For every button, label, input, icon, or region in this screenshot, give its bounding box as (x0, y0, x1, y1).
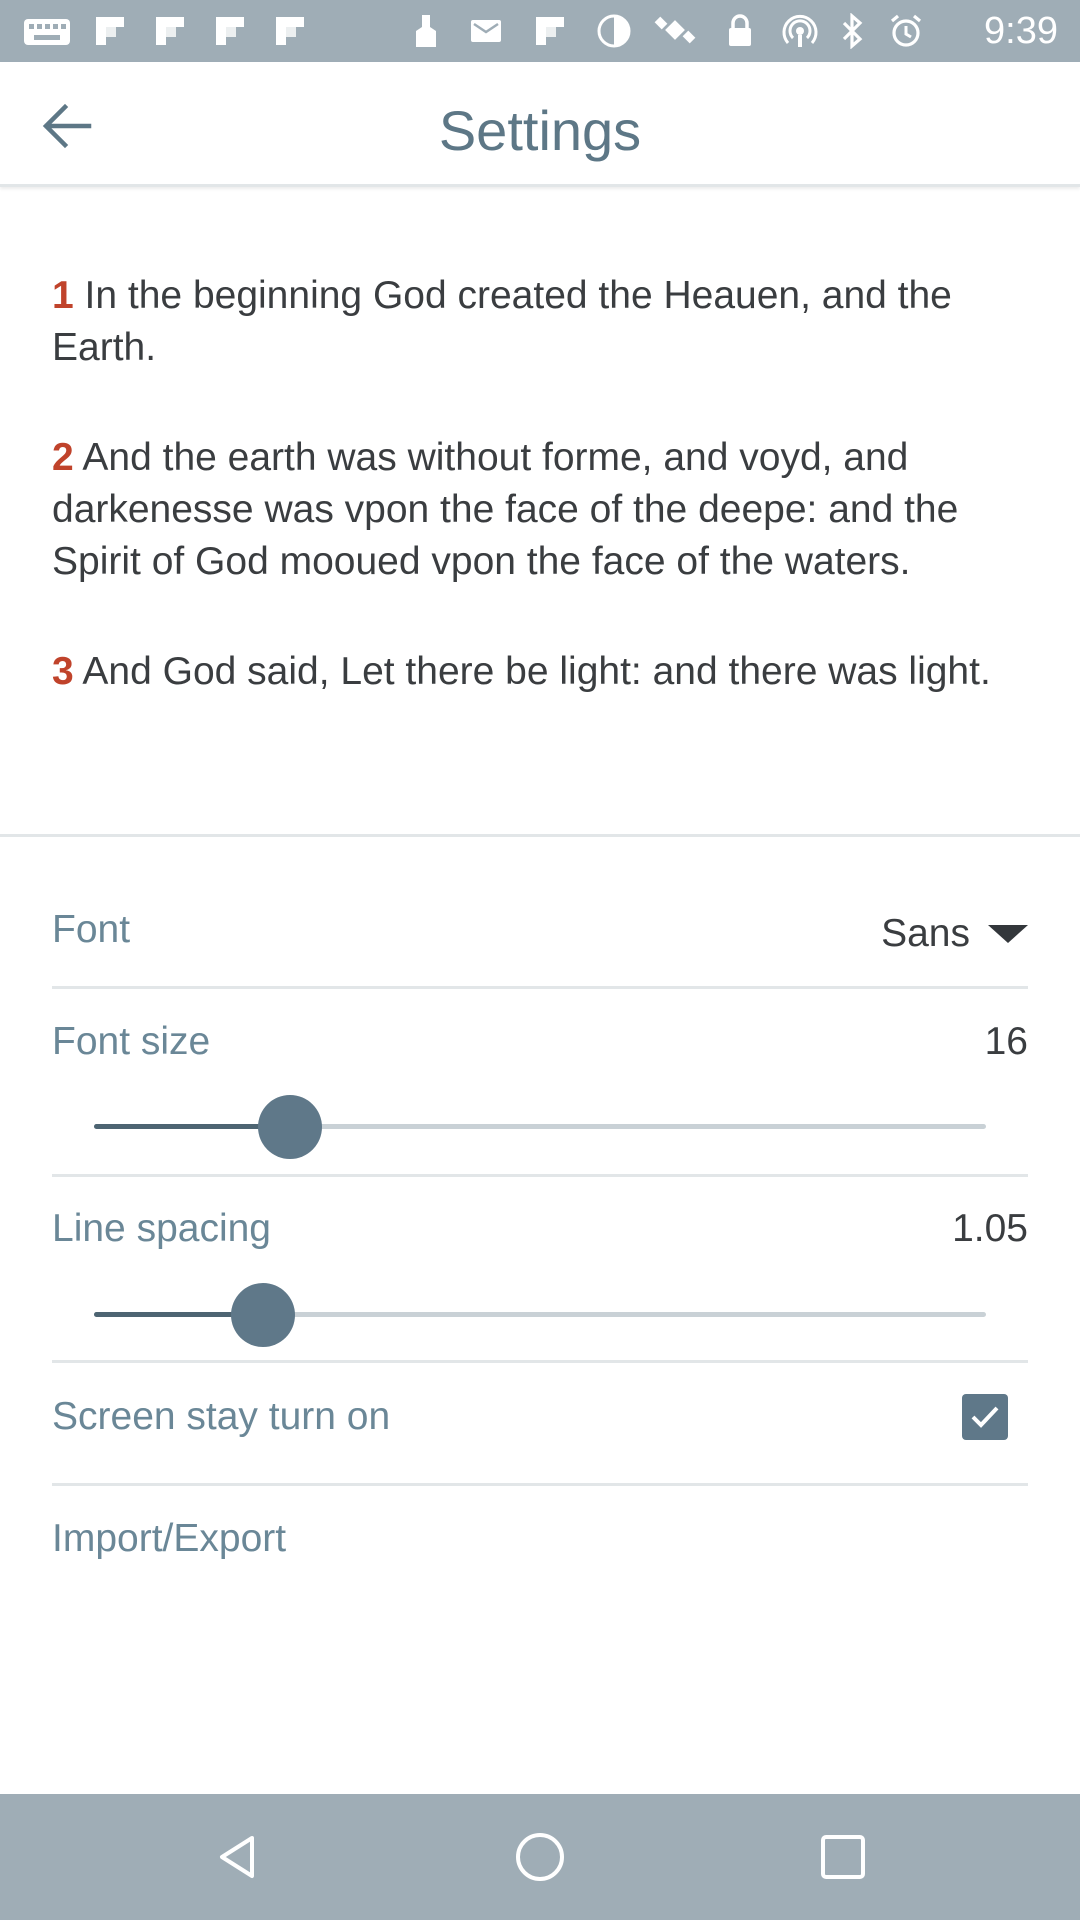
satellite-icon (654, 16, 696, 44)
mail-icon (471, 20, 501, 42)
nav-recents-button[interactable] (808, 1822, 878, 1892)
slider-thumb[interactable] (231, 1283, 296, 1347)
flipboard-icon (156, 17, 184, 45)
preview-divider (0, 834, 1080, 837)
divider (52, 1360, 1028, 1363)
nav-home-button[interactable] (505, 1822, 575, 1892)
verse-text: And God said, Let there be light: and th… (73, 650, 991, 693)
verse-number: 2 (52, 436, 74, 479)
line-spacing-slider[interactable] (94, 1280, 986, 1350)
font-label: Font (52, 908, 131, 951)
verse-text: In the beginning God created the Heauen,… (52, 274, 952, 369)
hotspot-icon (782, 14, 818, 47)
square-recents-icon (821, 1835, 865, 1879)
divider (52, 986, 1028, 989)
screen-on-label: Screen stay turn on (52, 1395, 391, 1438)
verse: 1 In the beginning God created the Heaue… (52, 270, 1032, 374)
flipboard-icon (96, 17, 124, 45)
verse-text: And the earth was without forme, and voy… (52, 436, 959, 583)
verse-number: 1 (52, 274, 74, 317)
clean-icon (416, 15, 436, 47)
dropdown-arrow-icon (988, 925, 1028, 943)
nav-back-button[interactable] (202, 1822, 272, 1892)
flipboard-icon (536, 17, 564, 45)
text-preview: 1 In the beginning God created the Heaue… (52, 270, 1032, 756)
slider-thumb[interactable] (258, 1095, 323, 1159)
line-spacing-value: 1.05 (952, 1207, 1028, 1250)
flipboard-icon (216, 17, 244, 45)
screen-on-checkbox[interactable] (962, 1394, 1008, 1440)
font-size-value: 16 (984, 1020, 1028, 1063)
clock: 9:39 (984, 10, 1058, 52)
navigation-bar (0, 1794, 1080, 1920)
page-title: Settings (438, 99, 642, 162)
checkmark-icon (971, 1406, 999, 1428)
bluetooth-icon (842, 13, 863, 49)
font-size-slider[interactable] (94, 1092, 986, 1162)
line-spacing-label: Line spacing (52, 1207, 271, 1250)
verse: 2 And the earth was without forme, and v… (52, 432, 1032, 588)
verse: 3 And God said, Let there be light: and … (52, 646, 1032, 698)
circle-home-icon (516, 1833, 564, 1881)
alarm-icon (890, 14, 922, 47)
font-size-label: Font size (52, 1020, 211, 1063)
verse-number: 3 (52, 650, 74, 693)
triangle-back-icon (220, 1836, 254, 1878)
font-value: Sans (881, 912, 970, 955)
app-bar: Settings (0, 62, 1080, 187)
divider (52, 1483, 1028, 1486)
font-dropdown[interactable]: Sans (881, 906, 1028, 962)
flipboard-icon (276, 17, 304, 45)
lock-icon (729, 14, 751, 46)
theme-icon (597, 14, 631, 48)
keyboard-icon (24, 19, 70, 45)
import-export-item[interactable]: Import/Export (52, 1517, 286, 1561)
divider (52, 1174, 1028, 1177)
status-bar: 9:39 (0, 0, 1080, 62)
